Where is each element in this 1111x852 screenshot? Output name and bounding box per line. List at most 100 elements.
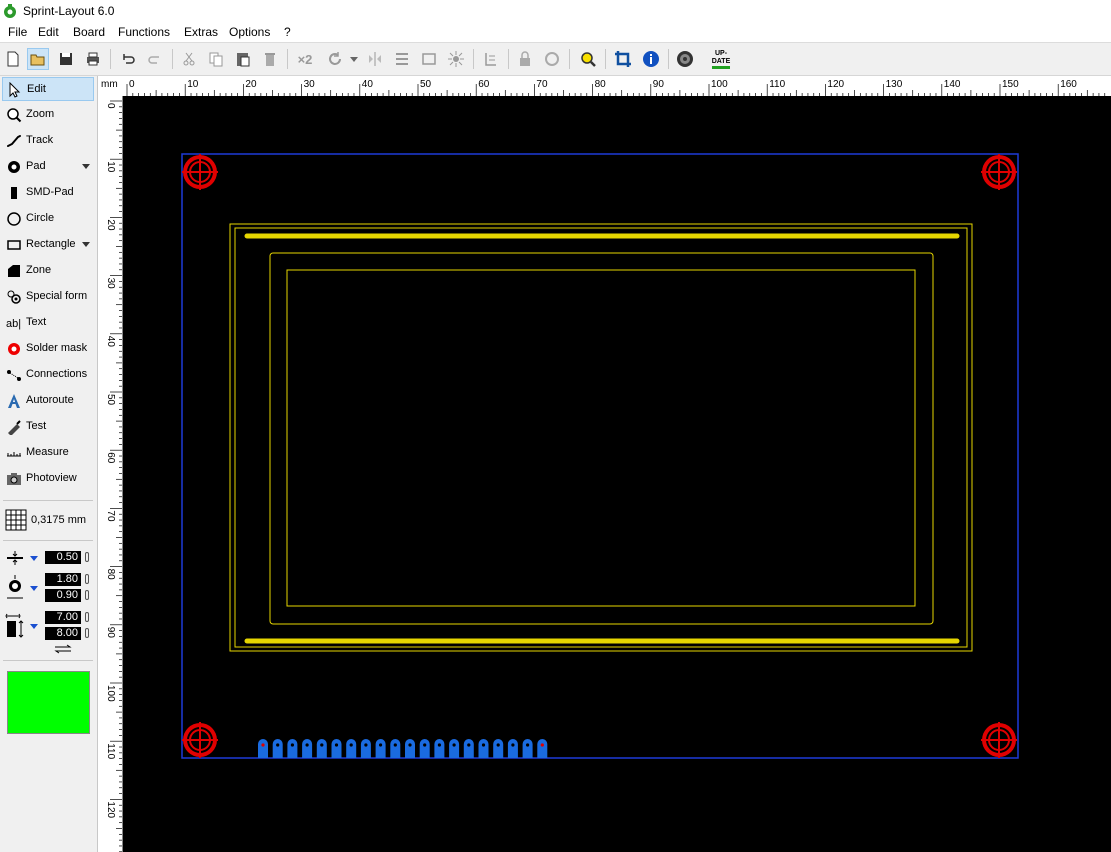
cut-icon[interactable] [178,48,200,70]
menu-edit[interactable]: Edit [38,25,59,39]
pcb-pad[interactable] [346,739,357,758]
pcb-pad[interactable] [449,739,460,758]
mirror-icon[interactable] [364,48,386,70]
pcb-pad[interactable] [537,739,548,758]
mounting-hole[interactable] [182,722,218,758]
gear-icon[interactable] [674,48,696,70]
tool-connections[interactable]: Connections [2,363,94,387]
ruler-left: 0 10 20 30 40 50 60 70 80 90 100 110 120 [98,96,123,852]
tool-circle[interactable]: Circle [2,207,94,231]
menu-options[interactable]: Options [229,25,270,39]
smd-height-value[interactable]: 8.00 [45,627,81,640]
menu-board[interactable]: Board [73,25,105,39]
paste-icon[interactable] [232,48,254,70]
delete-icon[interactable] [259,48,281,70]
undo-icon[interactable] [117,48,139,70]
tool-smd-pad[interactable]: SMD-Pad [2,181,94,205]
pcb-pad[interactable] [331,739,342,758]
save-icon[interactable] [55,48,77,70]
lcd-outline-outer[interactable] [229,223,973,652]
board-outline[interactable] [181,153,1019,759]
chevron-down-icon[interactable] [82,242,90,247]
tool-solder-mask[interactable]: Solder mask [2,337,94,361]
mounting-hole[interactable] [981,722,1017,758]
smd-width-spinner[interactable] [85,612,89,622]
group-icon[interactable] [418,48,440,70]
tool-special-form[interactable]: Special form [2,285,94,309]
print-icon[interactable] [82,48,104,70]
pcb-pad[interactable] [522,739,533,758]
track-width-value[interactable]: 0.50 [45,551,81,564]
pad-size-dropdown-icon[interactable] [30,586,38,591]
grid-icon[interactable] [5,509,27,531]
menu-functions[interactable]: Functions [118,25,170,39]
active-layer-color-swatch[interactable] [7,671,90,734]
tool-zone[interactable]: Zone [2,259,94,283]
redo-icon[interactable] [144,48,166,70]
pcb-pad[interactable] [272,739,283,758]
tool-edit[interactable]: Edit [2,77,94,101]
pcb-pad[interactable] [360,739,371,758]
menu-file[interactable]: File [8,25,27,39]
lcd-active-area[interactable] [286,269,916,607]
zoom-icon[interactable] [577,48,599,70]
menu-extras[interactable]: Extras [184,25,218,39]
mounting-hole[interactable] [182,154,218,190]
new-icon[interactable] [2,48,24,70]
grid-value[interactable]: 0,3175 mm [31,514,86,526]
pcb-pad[interactable] [463,739,474,758]
tool-track[interactable]: Track [2,129,94,153]
smd-height-spinner[interactable] [85,628,89,638]
tool-text[interactable]: ab| Text [2,311,94,335]
pcb-pad[interactable] [287,739,298,758]
pcb-pad[interactable] [434,739,445,758]
tool-rectangle[interactable]: Rectangle [2,233,94,257]
align-icon[interactable] [391,48,413,70]
rotate-icon[interactable] [324,48,346,70]
pcb-pad[interactable] [316,739,327,758]
info-icon[interactable] [640,48,662,70]
pcb-pad[interactable] [302,739,313,758]
pad-outer-value[interactable]: 1.80 [45,573,81,586]
pcb-pad[interactable] [478,739,489,758]
menu-help[interactable]: ? [284,25,291,39]
duplicate-icon[interactable]: ×2 [294,48,316,70]
pcb-pad[interactable] [419,739,430,758]
pad-inner-spinner[interactable] [85,590,89,600]
tool-zoom[interactable]: Zoom [2,103,94,127]
mounting-hole[interactable] [981,154,1017,190]
pcb-pad[interactable] [493,739,504,758]
track-width-dropdown-icon[interactable] [30,556,38,561]
lock-icon[interactable] [514,48,536,70]
pcb-pad[interactable] [375,739,386,758]
rotate-dropdown-icon[interactable] [350,57,358,62]
smd-width-value[interactable]: 7.00 [45,611,81,624]
properties-icon[interactable] [480,48,502,70]
tool-label: Edit [27,83,46,95]
crop-icon[interactable] [612,48,634,70]
copy-icon[interactable] [205,48,227,70]
unlock-icon[interactable] [541,48,563,70]
lcd-outline-inner[interactable] [234,227,968,648]
pcb-pad[interactable] [390,739,401,758]
chevron-down-icon[interactable] [82,164,90,169]
tool-pad[interactable]: Pad [2,155,94,179]
pad-inner-value[interactable]: 0.90 [45,589,81,602]
track-width-spinner[interactable] [85,552,89,562]
tool-autoroute[interactable]: Autoroute [2,389,94,413]
pcb-pad[interactable] [507,739,518,758]
pcb-canvas[interactable] [123,96,1111,852]
pcb-pad[interactable] [258,739,268,758]
swap-icon[interactable] [53,643,73,654]
lcd-viewing-area[interactable] [269,252,934,625]
tool-photoview[interactable]: Photoview [2,467,94,491]
update-icon[interactable]: UP- DATE [708,48,734,70]
open-icon[interactable] [27,48,49,70]
pcb-pad[interactable] [405,739,415,758]
explode-icon[interactable] [445,48,467,70]
pad-outer-spinner[interactable] [85,574,89,584]
smd-size-dropdown-icon[interactable] [30,624,38,629]
tool-measure[interactable]: Measure [2,441,94,465]
pcb-layout[interactable] [123,96,1111,852]
tool-test[interactable]: Test [2,415,94,439]
